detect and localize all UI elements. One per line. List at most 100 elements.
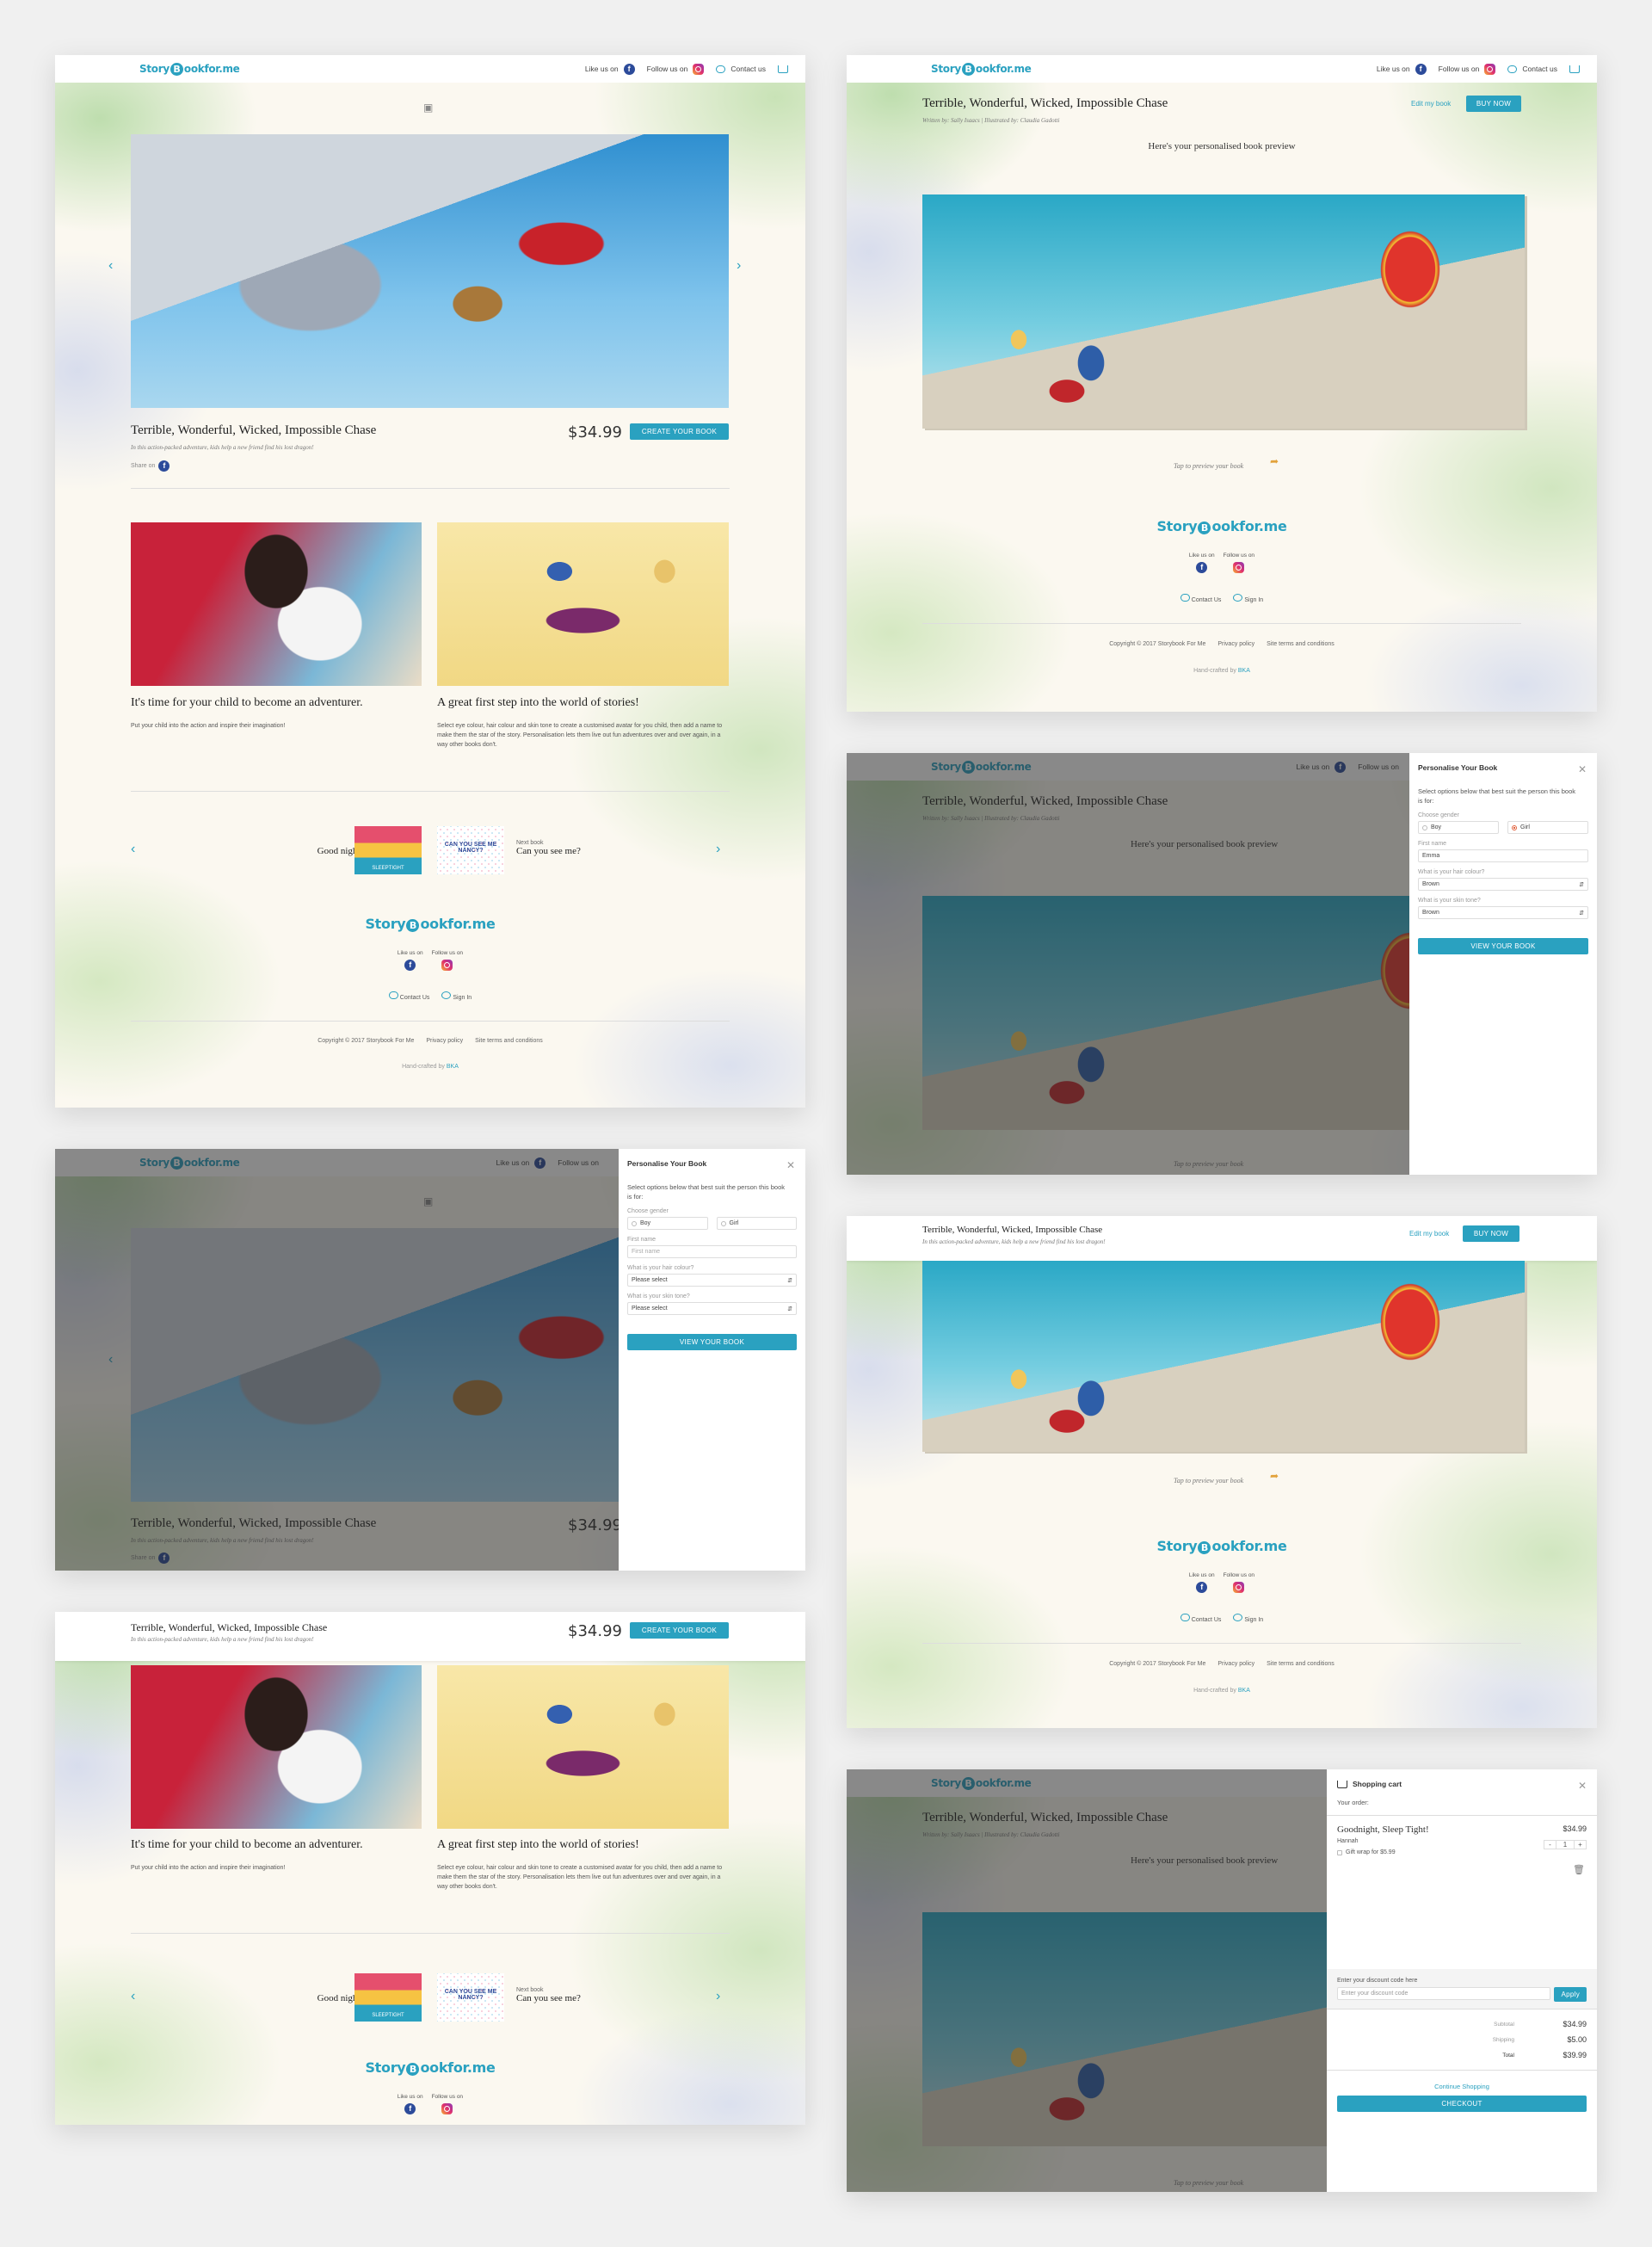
skin-select[interactable]: Please select ⇵ <box>627 1302 797 1315</box>
cart-icon[interactable] <box>778 65 788 73</box>
first-name-input[interactable]: First name <box>627 1245 797 1258</box>
prev-book-arrow[interactable]: ‹ <box>131 842 135 857</box>
create-book-button[interactable]: CREATE YOUR BOOK <box>630 1622 729 1639</box>
instagram-icon[interactable] <box>441 2103 453 2114</box>
card-title: It's time for your child to become an ad… <box>131 1838 363 1851</box>
contact-link[interactable]: Contact us <box>1522 65 1557 73</box>
book-tagline: In this action-packed adventure, kids he… <box>131 1636 314 1643</box>
edit-book-link[interactable]: Edit my book <box>1409 1230 1449 1238</box>
hair-label: What is your hair colour? <box>627 1265 694 1271</box>
discount-label: Enter your discount code here <box>1337 1978 1418 1984</box>
increment-button[interactable]: + <box>1574 1841 1586 1849</box>
facebook-icon[interactable]: f <box>1196 1582 1208 1593</box>
chat-icon[interactable] <box>1507 65 1518 73</box>
prev-book-arrow[interactable]: ‹ <box>131 1989 135 2004</box>
discount-input[interactable]: Enter your discount code <box>1337 1987 1551 2000</box>
footer-contact-link[interactable]: Contact Us <box>400 995 430 1001</box>
terms-link[interactable]: Site terms and conditions <box>475 1038 543 1044</box>
next-book-arrow[interactable]: › <box>716 1989 720 2004</box>
next-book-title[interactable]: Can you see me? <box>516 846 581 856</box>
footer-signin-link[interactable]: Sign In <box>1244 1617 1263 1623</box>
instagram-icon[interactable] <box>1484 63 1496 75</box>
instagram-icon[interactable] <box>441 960 453 971</box>
hair-select[interactable]: Please select ⇵ <box>627 1274 797 1287</box>
footer-follow-label: Follow us on <box>431 2094 464 2100</box>
instagram-icon[interactable] <box>1233 562 1245 573</box>
gender-girl-radio[interactable]: Girl <box>1507 821 1588 834</box>
skin-select[interactable]: Brown ⇵ <box>1418 906 1588 919</box>
trash-icon[interactable]: 🗑 <box>1573 1864 1585 1875</box>
carousel-prev-arrow[interactable]: ‹ <box>108 258 113 274</box>
quantity-stepper[interactable]: - 1 + <box>1544 1840 1587 1849</box>
card-text: Put your child into the action and inspi… <box>131 1865 286 1871</box>
next-book-title[interactable]: Can you see me? <box>516 1993 581 2003</box>
footer-logo[interactable]: Story Bookfor.me <box>55 916 805 932</box>
footer-contact-link[interactable]: Contact Us <box>1192 1617 1222 1623</box>
instagram-icon[interactable] <box>693 63 705 75</box>
buy-now-button[interactable]: BUY NOW <box>1463 1225 1519 1242</box>
checkout-button[interactable]: CHECKOUT <box>1337 2096 1587 2112</box>
prev-book-thumbnail[interactable]: SLEEPTIGHT <box>354 826 422 874</box>
bka-link[interactable]: BKA <box>1238 1688 1250 1694</box>
facebook-icon[interactable]: f <box>1415 63 1427 75</box>
crafted-label: Hand-crafted by <box>402 1064 445 1070</box>
book-page-image[interactable] <box>922 194 1525 429</box>
view-book-button[interactable]: VIEW YOUR BOOK <box>627 1334 797 1350</box>
facebook-icon[interactable]: f <box>404 960 416 971</box>
footer-logo[interactable]: Story Bookfor.me <box>847 1538 1597 1554</box>
facebook-icon[interactable]: f <box>404 2103 416 2114</box>
gender-boy-radio[interactable]: Boy <box>1418 821 1499 834</box>
flying-carpet-image <box>437 522 729 686</box>
footer-logo[interactable]: Story Bookfor.me <box>847 518 1597 534</box>
prev-book-thumbnail[interactable]: SLEEPTIGHT <box>354 1973 422 2022</box>
hero-image <box>131 134 729 408</box>
like-us-label: Like us on <box>1376 65 1410 73</box>
footer-like-label: Like us on <box>1188 1572 1215 1578</box>
facebook-icon[interactable]: f <box>623 63 635 75</box>
footer-logo[interactable]: Story Bookfor.me <box>55 2059 805 2076</box>
facebook-icon[interactable]: f <box>1196 562 1208 573</box>
close-icon[interactable]: ✕ <box>1578 763 1587 775</box>
next-book-thumbnail[interactable]: CAN YOU SEE ME NANCY? <box>437 826 504 874</box>
shipping-label: Shipping <box>1492 2036 1514 2043</box>
gender-boy-radio[interactable]: Boy <box>627 1217 708 1230</box>
footer-signin-link[interactable]: Sign In <box>1244 597 1263 603</box>
buy-now-button[interactable]: BUY NOW <box>1466 96 1521 112</box>
book-title: Terrible, Wonderful, Wicked, Impossible … <box>131 423 377 437</box>
logo[interactable]: StoryBookfor.me <box>139 62 240 76</box>
close-icon[interactable]: ✕ <box>786 1159 795 1171</box>
next-book-arrow[interactable]: › <box>716 842 720 857</box>
privacy-link[interactable]: Privacy policy <box>1217 1661 1254 1667</box>
create-book-button[interactable]: CREATE YOUR BOOK <box>630 423 729 440</box>
chat-icon[interactable] <box>716 65 726 73</box>
decrement-button[interactable]: - <box>1544 1841 1556 1849</box>
gender-girl-radio[interactable]: Girl <box>716 1217 797 1230</box>
gift-wrap-checkbox[interactable]: Gift wrap for $5.99 <box>1337 1849 1587 1855</box>
apply-button[interactable]: Apply <box>1554 1987 1587 2002</box>
hair-select[interactable]: Brown ⇵ <box>1418 878 1588 891</box>
girl-reading-image <box>131 1665 422 1829</box>
logo[interactable]: StoryBookfor.me <box>931 62 1032 76</box>
footer-signin-link[interactable]: Sign In <box>453 995 472 1001</box>
close-icon[interactable]: ✕ <box>1578 1780 1587 1792</box>
next-book-thumbnail[interactable]: CAN YOU SEE ME NANCY? <box>437 1973 504 2022</box>
terms-link[interactable]: Site terms and conditions <box>1267 1661 1335 1667</box>
continue-shopping-link[interactable]: Continue Shopping <box>1327 2083 1597 2090</box>
carousel-next-arrow[interactable]: › <box>737 258 741 274</box>
terms-link[interactable]: Site terms and conditions <box>1267 641 1335 647</box>
book-page-image[interactable] <box>922 1261 1525 1452</box>
first-name-input[interactable]: Emma <box>1418 849 1588 862</box>
instagram-icon[interactable] <box>1233 1582 1245 1593</box>
bka-link[interactable]: BKA <box>1238 668 1250 674</box>
view-book-button[interactable]: VIEW YOUR BOOK <box>1418 938 1588 954</box>
cart-icon[interactable] <box>1569 65 1580 73</box>
contact-link[interactable]: Contact us <box>730 65 766 73</box>
edit-book-link[interactable]: Edit my book <box>1411 100 1451 108</box>
quantity-value[interactable]: 1 <box>1556 1841 1574 1849</box>
footer-contact-link[interactable]: Contact Us <box>1192 597 1222 603</box>
privacy-link[interactable]: Privacy policy <box>426 1038 463 1044</box>
scrolled-preview-panel: Terrible, Wonderful, Wicked, Impossible … <box>847 1216 1597 1728</box>
privacy-link[interactable]: Privacy policy <box>1217 641 1254 647</box>
facebook-icon[interactable]: f <box>158 460 170 472</box>
bka-link[interactable]: BKA <box>447 1064 459 1070</box>
